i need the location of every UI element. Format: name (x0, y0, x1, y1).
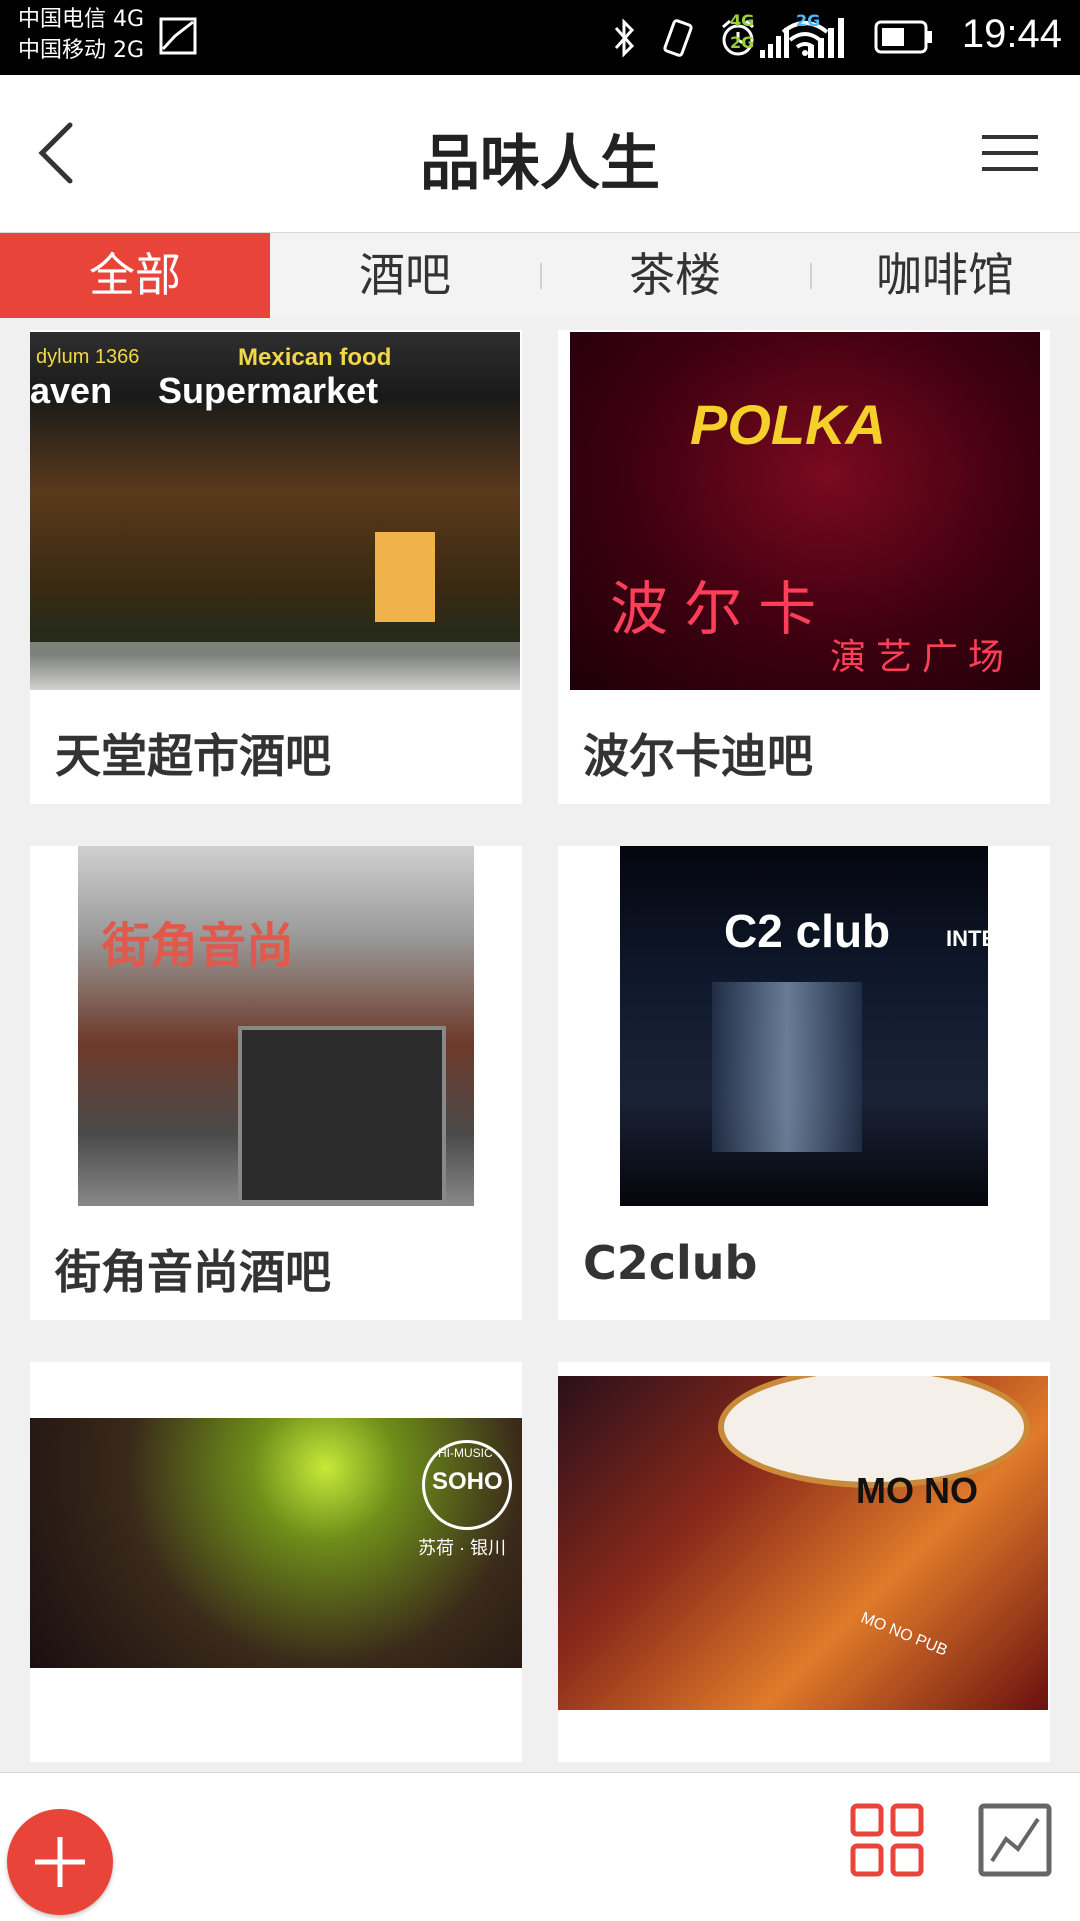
venue-name: C2club (583, 1236, 758, 1290)
venue-photo: POLKA 波 尔 卡 演 艺 广 场 (570, 332, 1040, 690)
add-button[interactable] (7, 1809, 113, 1915)
venue-photo: dylum 1366 Mexican food aven Supermarket (30, 332, 520, 690)
photo-sign-text: MO NO (856, 1470, 978, 1511)
photo-detail (375, 532, 435, 622)
venue-card[interactable]: C2 club INTE C2club (558, 846, 1050, 1320)
net-bottom-left: 2G (730, 33, 755, 52)
photo-sign-text: POLKA (690, 393, 886, 456)
tab-divider (540, 263, 542, 289)
clock: 19:44 (961, 12, 1062, 56)
venue-photo: MO NO MO NO PUB (558, 1376, 1048, 1710)
photo-sign-text: MO NO PUB (858, 1609, 950, 1660)
photo-detail (30, 642, 520, 690)
grid-view-icon[interactable] (850, 1803, 924, 1877)
venue-name: 街角音尚酒吧 (55, 1245, 331, 1299)
net-top-left: 4G (730, 11, 755, 30)
photo-sign-text: SOHO (432, 1468, 503, 1495)
page-title: 品味人生 (420, 129, 660, 199)
carrier-info: 中国电信 4G 中国移动 2G (18, 4, 144, 66)
venue-card[interactable]: 街角音尚 街角音尚酒吧 (30, 846, 522, 1320)
category-tabs: 全部 酒吧 茶楼 咖啡馆 (0, 233, 1080, 318)
venue-name: 波尔卡迪吧 (583, 729, 813, 783)
tab-bar[interactable]: 酒吧 (270, 233, 540, 318)
photo-sign-text: aven (30, 370, 113, 411)
photo-sign-text: 苏荷 · 银川 (418, 1538, 506, 1558)
photo-sign-text: C2 club (724, 905, 891, 957)
venue-name: MONO酒吧 (583, 1750, 837, 1762)
bluetooth-icon (614, 18, 635, 58)
tab-teahouse-label: 茶楼 (629, 248, 721, 302)
photo-sign-text: 波 尔 卡 (610, 577, 817, 642)
photo-sign-text: INTE (946, 926, 988, 951)
tab-cafe-label: 咖啡馆 (876, 248, 1014, 302)
venue-name: 天堂超市酒吧 (55, 729, 331, 783)
photo-sign-text: Mexican food (238, 344, 392, 371)
photo-sign-text: 演 艺 广 场 (830, 636, 1005, 677)
tab-cafe[interactable]: 咖啡馆 (810, 233, 1080, 318)
photo-sign-text: dylum 1366 (36, 346, 140, 368)
venue-photo: 街角音尚 (78, 846, 474, 1206)
status-bar: 中国电信 4G 中国移动 2G 4G 2G 2G 19:44 (0, 0, 1080, 75)
venue-photo: HI-MUSIC SOHO 苏荷 · 银川 (30, 1418, 522, 1668)
carrier-2: 中国移动 2G (18, 38, 145, 63)
plus-icon (35, 1837, 85, 1887)
photo-sign-text: Supermarket (158, 370, 379, 411)
vibrate-icon (663, 19, 693, 57)
tab-teahouse[interactable]: 茶楼 (540, 233, 810, 318)
photo-detail (712, 982, 862, 1152)
hamburger-menu-icon[interactable] (980, 125, 1040, 181)
venue-card[interactable]: POLKA 波 尔 卡 演 艺 广 场 波尔卡迪吧 (558, 330, 1050, 804)
gallery-icon (159, 17, 197, 55)
app-header: 品味人生 (0, 75, 1080, 233)
venue-card[interactable]: MO NO MO NO PUB MONO酒吧 (558, 1362, 1050, 1762)
tab-bar-label: 酒吧 (359, 248, 451, 302)
venue-photo: C2 club INTE (620, 846, 988, 1206)
venue-name: 苏荷酒吧 (55, 1750, 239, 1762)
photo-sign-text: HI-MUSIC (438, 1446, 493, 1460)
venue-card[interactable]: dylum 1366 Mexican food aven Supermarket… (30, 330, 522, 804)
venue-card[interactable]: HI-MUSIC SOHO 苏荷 · 银川 苏荷酒吧 (30, 1362, 522, 1762)
photo-detail (238, 1026, 446, 1204)
battery-icon (874, 20, 932, 54)
tab-divider (810, 263, 812, 289)
signal-icon (760, 18, 844, 58)
carrier-1: 中国电信 4G (18, 7, 145, 32)
tab-all[interactable]: 全部 (0, 233, 270, 318)
network-type: 4G 2G 2G (730, 10, 820, 54)
bottom-toolbar (0, 1772, 1080, 1921)
image-chart-icon[interactable] (978, 1803, 1052, 1877)
photo-sign-text: 街角音尚 (102, 920, 295, 973)
